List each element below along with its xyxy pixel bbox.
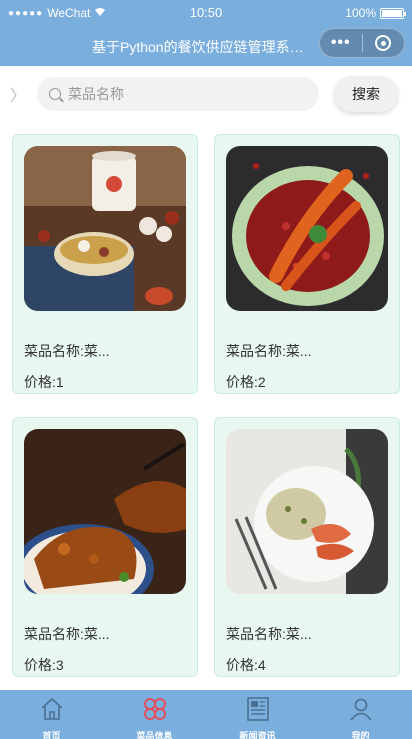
dish-image (226, 146, 388, 311)
newspaper-icon (244, 695, 272, 728)
battery-percent: 100% (345, 6, 376, 20)
chevron-right-icon[interactable]: 〉 (10, 82, 26, 106)
dish-card[interactable]: 菜品名称:菜... 价格:3 (12, 417, 198, 677)
tab-label: 首页 (42, 731, 61, 739)
search-input[interactable] (68, 86, 288, 102)
mini-program-capsule: ••• (319, 28, 405, 58)
tab-label: 新闻资讯 (239, 731, 276, 739)
dish-price: 价格:2 (226, 374, 266, 390)
search-icon (49, 88, 61, 100)
dish-card[interactable]: 菜品名称:菜... 价格:2 (214, 134, 400, 394)
search-button[interactable]: 搜索 (334, 76, 398, 112)
tab-mine[interactable]: 我的 (309, 690, 412, 739)
dish-price: 价格:3 (24, 657, 64, 673)
dish-name: 菜品名称:菜... (226, 343, 312, 359)
clover-icon (141, 695, 169, 728)
dish-card[interactable]: 菜品名称:菜... 价格:1 (12, 134, 198, 394)
tab-home[interactable]: 首页 (0, 690, 103, 739)
tab-label: 我的 (351, 731, 370, 739)
search-row: 〉 搜索 (0, 66, 412, 122)
dish-image (24, 429, 186, 594)
page-title: 基于Python的餐饮供应链管理系统分... (92, 39, 316, 55)
tab-news[interactable]: 新闻资讯 (206, 690, 309, 739)
dish-image (24, 146, 186, 311)
dish-name: 菜品名称:菜... (226, 626, 312, 642)
dish-price: 价格:1 (24, 374, 64, 390)
status-bar: ●●●●● WeChat 10:50 100% (0, 0, 412, 26)
dish-name: 菜品名称:菜... (24, 343, 110, 359)
close-mini-program-button[interactable] (362, 35, 404, 51)
tab-dish-info[interactable]: 菜品信息 (103, 690, 206, 739)
dish-price: 价格:4 (226, 657, 266, 673)
bottom-tab-bar: 首页 菜品信息 新闻资讯 我的 (0, 690, 412, 739)
search-box[interactable] (37, 77, 319, 111)
home-icon (38, 695, 66, 728)
tab-label: 菜品信息 (136, 731, 173, 739)
dish-grid: 菜品名称:菜... 价格:1 菜品名称:菜... 价格:2 菜品名称:菜... … (0, 122, 412, 690)
person-icon (347, 695, 375, 728)
top-bar: ●●●●● WeChat 10:50 100% 基于Python的餐饮供应链管理… (0, 0, 412, 66)
battery-icon (380, 7, 406, 19)
dish-card[interactable]: 菜品名称:菜... 价格:4 (214, 417, 400, 677)
target-icon (375, 35, 392, 51)
more-menu-button[interactable]: ••• (320, 28, 362, 58)
dish-image (226, 429, 388, 594)
dish-name: 菜品名称:菜... (24, 626, 110, 642)
